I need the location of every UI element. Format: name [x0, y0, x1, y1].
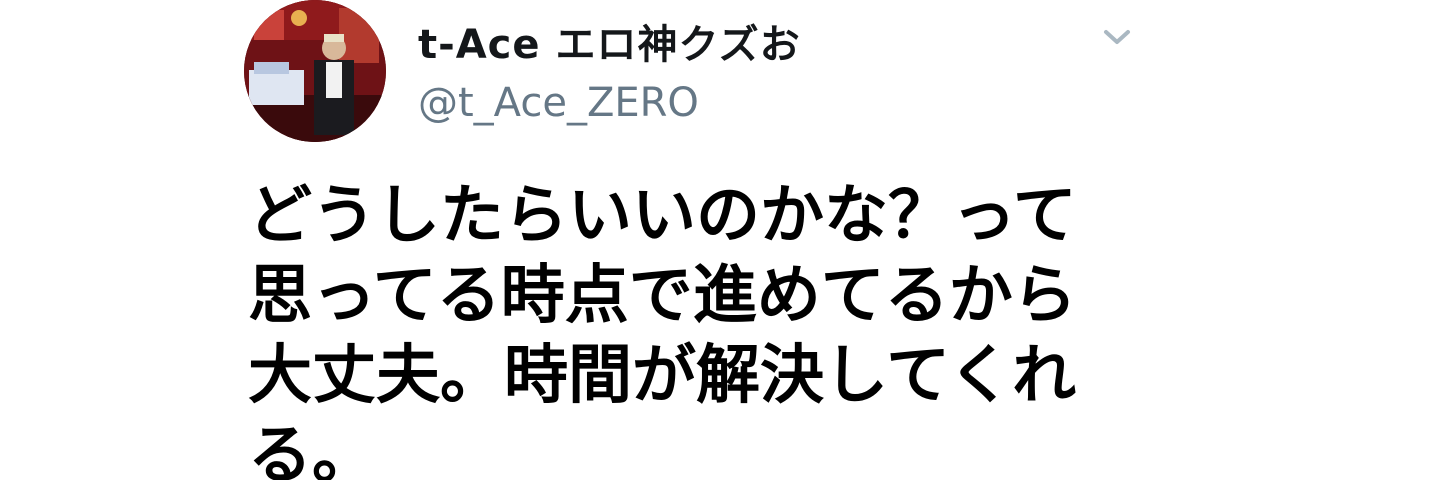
display-name[interactable]: t-Ace エロ神クズお	[418, 12, 801, 70]
tweet-text: どうしたらいいのかな？って思ってる時点で進めてるから大丈夫。時間が解決してくれる…	[248, 179, 1077, 480]
user-avatar[interactable]	[244, 0, 386, 142]
tweet-menu-button[interactable]	[1102, 26, 1132, 48]
user-handle[interactable]: @t_Ace_ZERO	[418, 80, 699, 126]
tweet-card: t-Ace エロ神クズお @t_Ace_ZERO どうしたらいいのかな？って思っ…	[0, 0, 1440, 480]
avatar-photo-icon	[244, 0, 386, 142]
chevron-down-icon	[1104, 30, 1130, 44]
